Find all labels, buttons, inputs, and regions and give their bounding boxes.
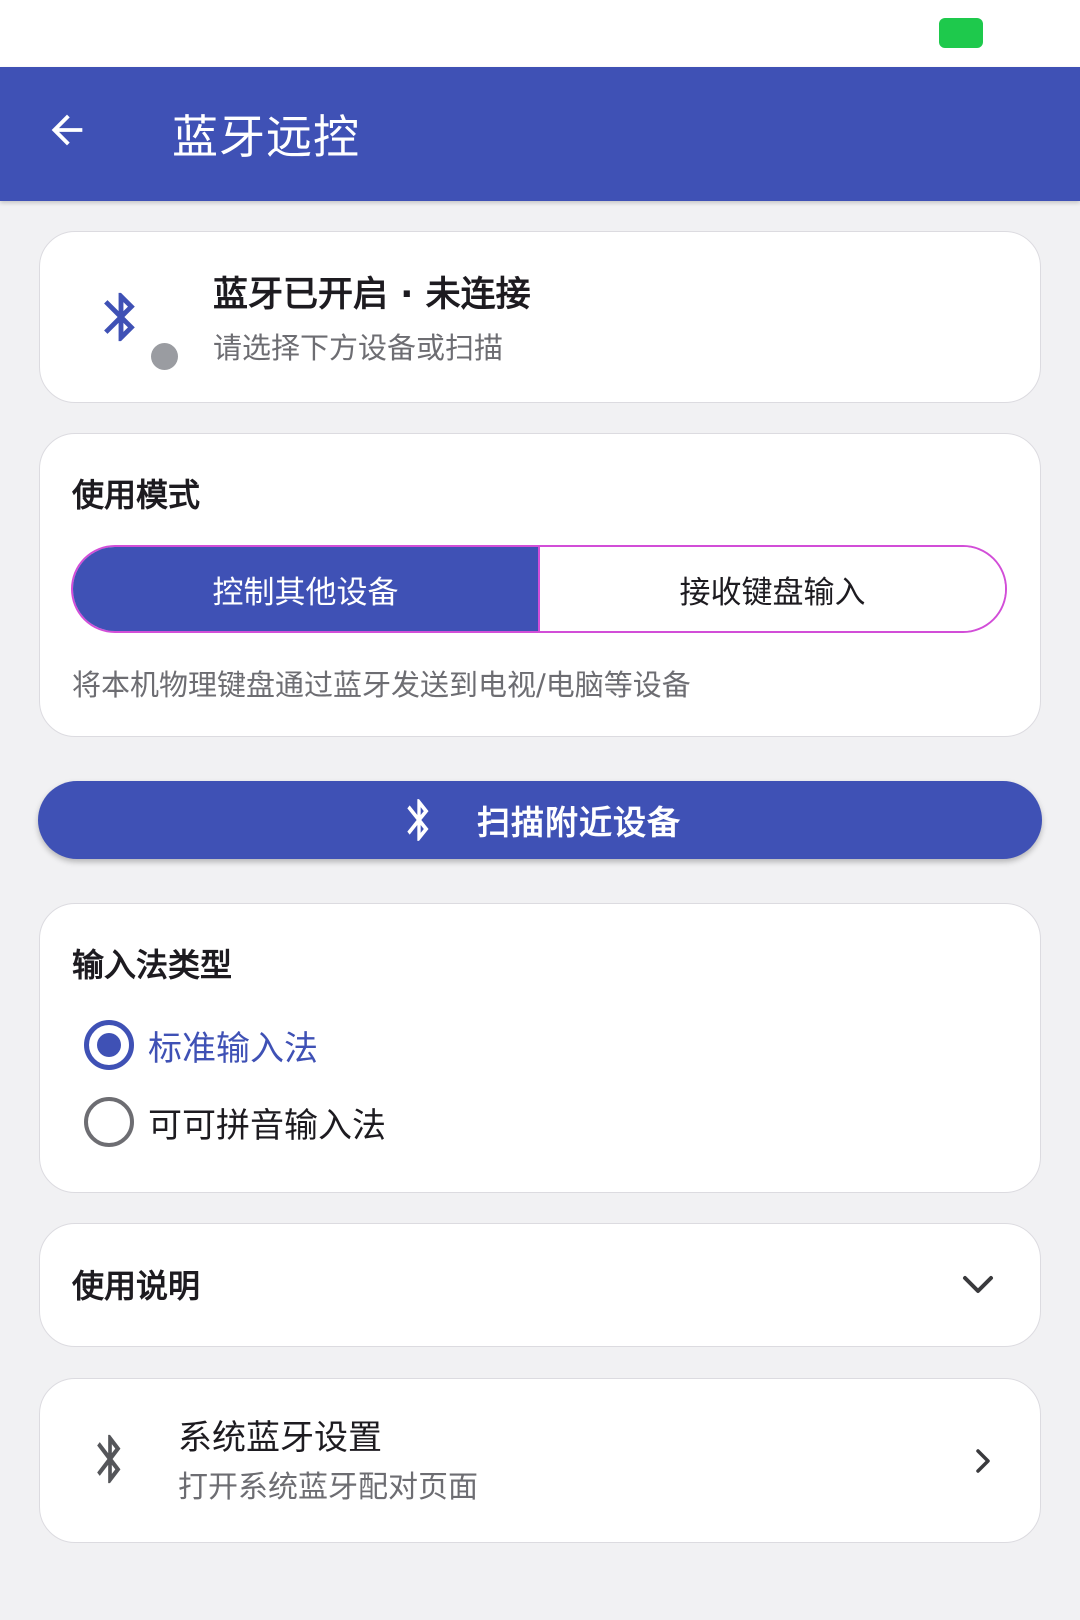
bluetooth-status-card [39,231,1041,403]
mode-segmented-control: 控制其他设备 接收键盘输入 [71,545,1007,633]
connection-status-dot [151,343,178,370]
arrow-back-icon [51,114,83,146]
bluetooth-status-title: 蓝牙已开启 · 未连接 [213,275,531,315]
system-bluetooth-settings-subtitle: 打开系统蓝牙配对页面 [178,1470,478,1505]
bluetooth-icon [104,292,135,342]
usage-mode-title: 使用模式 [72,476,201,514]
chevron-right-icon [976,1449,990,1473]
scan-devices-button[interactable]: 扫描附近设备 [38,781,1042,859]
input-method-title: 输入法类型 [72,946,233,984]
bluetooth-icon [97,1434,121,1484]
radio-unchecked-icon [84,1097,134,1147]
chevron-down-icon[interactable] [960,1271,996,1299]
usage-mode-description: 将本机物理键盘通过蓝牙发送到电视/电脑等设备 [72,668,691,702]
ime-option-keke-pinyin[interactable]: 可可拼音输入法 [84,1094,386,1150]
back-button[interactable] [40,103,94,157]
mode-option-receive-keyboard[interactable]: 接收键盘输入 [540,547,1005,631]
ime-option-standard[interactable]: 标准输入法 [84,1017,318,1073]
battery-icon [939,18,983,48]
instructions-title: 使用说明 [72,1267,201,1305]
radio-checked-icon [84,1020,134,1070]
ime-option-label: 标准输入法 [148,1028,318,1069]
mode-option-control-devices[interactable]: 控制其他设备 [73,547,540,631]
system-bluetooth-settings-title: 系统蓝牙设置 [178,1418,382,1458]
bluetooth-icon [407,799,429,841]
status-bar [0,0,1080,67]
ime-option-label: 可可拼音输入法 [148,1105,386,1146]
scan-devices-label: 扫描附近设备 [477,803,681,842]
app-bar [0,67,1080,201]
bluetooth-status-subtitle: 请选择下方设备或扫描 [213,331,504,365]
app-title: 蓝牙远控 [172,110,360,164]
